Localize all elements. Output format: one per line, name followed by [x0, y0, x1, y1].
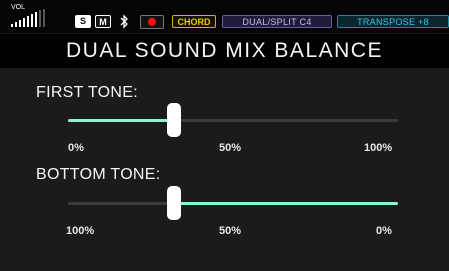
dual-sound-mix-screen: VOL S M CHORD DUAL/SPLIT C4 TRANSPOSE +8 — [0, 0, 449, 271]
page-title: DUAL SOUND MIX BALANCE — [0, 34, 449, 68]
bottom-tone-label: BOTTOM TONE: — [36, 166, 161, 183]
first-tone-label: FIRST TONE: — [36, 84, 138, 101]
bottom-tone-thumb[interactable] — [166, 186, 181, 220]
bottom-tone-fill — [173, 202, 398, 205]
first-tone-min-label: 0% — [68, 142, 84, 154]
record-icon — [148, 18, 156, 26]
status-bar: VOL S M CHORD DUAL/SPLIT C4 TRANSPOSE +8 — [0, 0, 449, 33]
first-tone-max-label: 100% — [364, 142, 393, 154]
bottom-tone-min-label: 100% — [66, 225, 95, 237]
dual-split-badge[interactable]: DUAL/SPLIT C4 — [222, 15, 332, 28]
bottom-tone-mid-label: 50% — [219, 225, 242, 237]
bottom-tone-slider[interactable] — [68, 186, 398, 220]
mode-m-button[interactable]: M — [95, 15, 111, 28]
mode-s-button[interactable]: S — [75, 15, 91, 28]
transpose-badge[interactable]: TRANSPOSE +8 — [337, 15, 449, 28]
first-tone-fill — [68, 119, 174, 122]
first-tone-thumb[interactable] — [166, 103, 181, 137]
volume-indicator: VOL — [11, 3, 71, 27]
first-tone-mid-label: 50% — [219, 142, 242, 154]
bluetooth-icon — [120, 14, 128, 29]
record-button[interactable] — [140, 15, 164, 29]
bottom-tone-max-label: 0% — [376, 225, 392, 237]
first-tone-slider[interactable] — [68, 103, 398, 137]
chord-badge[interactable]: CHORD — [172, 15, 216, 28]
volume-bars-icon — [11, 9, 71, 27]
